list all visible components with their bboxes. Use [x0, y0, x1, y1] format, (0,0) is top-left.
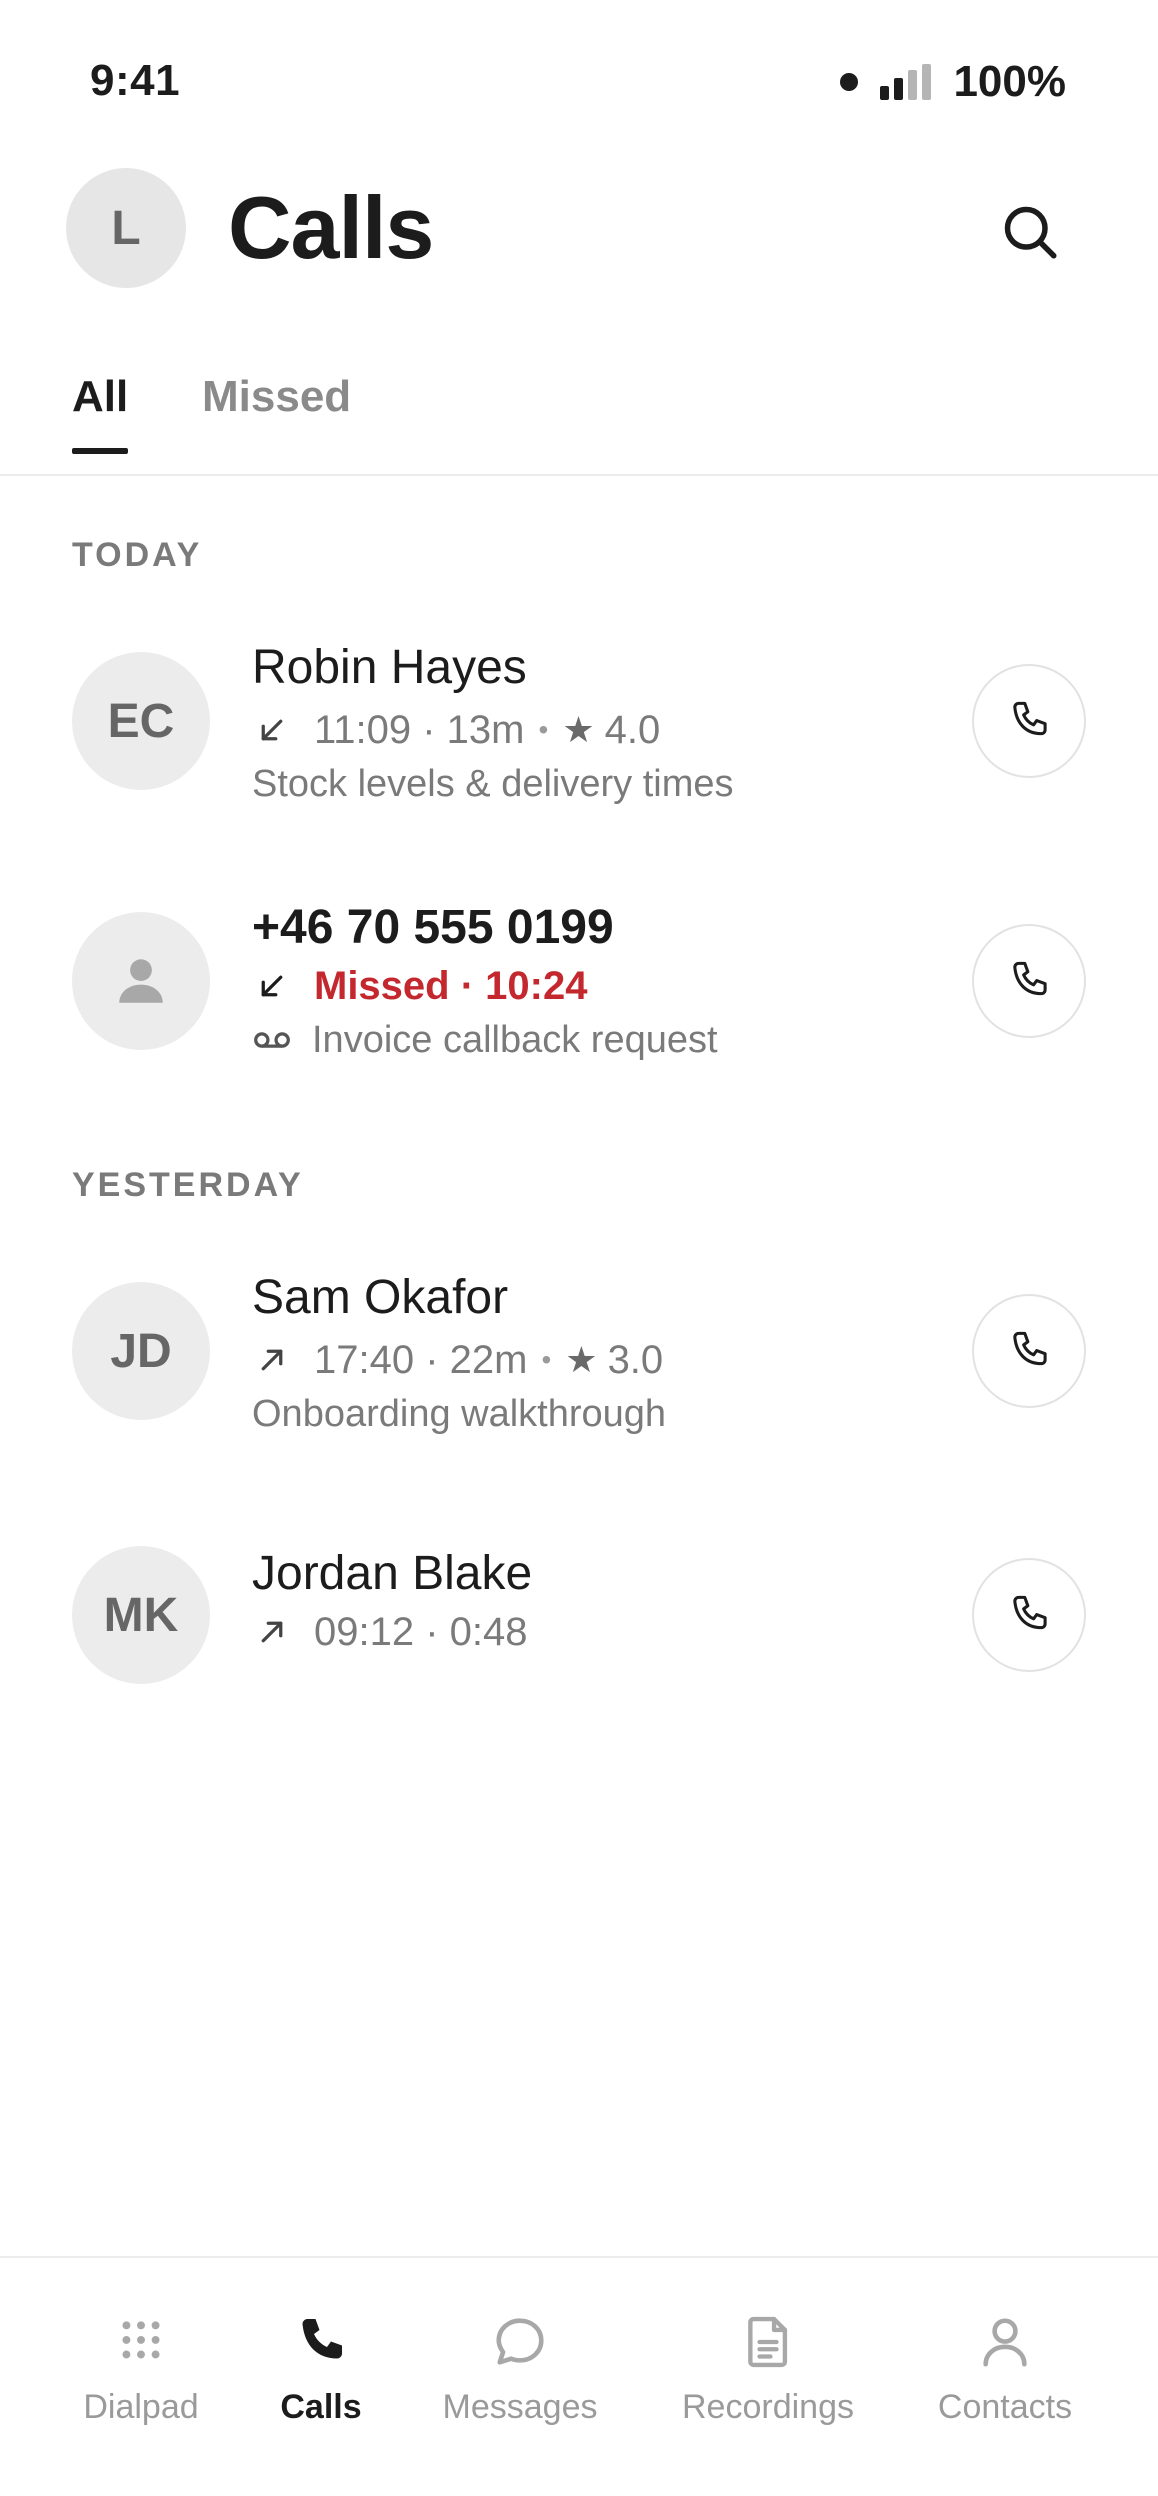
voicemail-icon [252, 1020, 292, 1060]
voicemail-text: Invoice callback request [312, 1018, 718, 1061]
phone-icon [289, 2310, 353, 2374]
call-back-button[interactable] [972, 1294, 1086, 1408]
section-header-yesterday: YESTERDAY [72, 1166, 304, 1204]
nav-contacts[interactable]: Contacts [930, 2258, 1080, 2458]
battery-level: 100% [953, 57, 1066, 106]
nav-label: Calls [280, 2388, 362, 2426]
section-header-today: TODAY [72, 536, 203, 574]
nav-label: Contacts [937, 2388, 1073, 2426]
star-icon: ★ [565, 1339, 598, 1380]
document-icon [736, 2310, 800, 2374]
phone-icon [1013, 961, 1047, 996]
phone-icon [1013, 701, 1047, 736]
separator-dot: • [541, 1344, 552, 1375]
call-row[interactable]: +46 70 555 0199 Missed · 10:24 Invoice c… [0, 900, 1158, 1100]
status-time: 9:41 [90, 56, 181, 105]
call-back-button[interactable] [972, 664, 1086, 778]
contact-avatar [72, 912, 210, 1050]
tab-bar: All Missed [0, 360, 1158, 476]
call-rating: 4.0 [604, 707, 661, 752]
contact-avatar: EC [72, 652, 210, 790]
outgoing-arrow-icon [252, 1612, 292, 1652]
dialpad-icon [109, 2310, 173, 2374]
call-row[interactable]: JD Sam Okafor 17:40 · 22m • ★ 3.0 Onboar… [0, 1270, 1158, 1470]
notification-dot-icon [840, 73, 859, 91]
person-placeholder-icon [119, 959, 163, 1003]
call-meta: 17:40 · 22m • ★ 3.0 [252, 1336, 663, 1384]
call-back-button[interactable] [972, 924, 1086, 1038]
call-note: Stock levels & delivery times [252, 762, 734, 805]
nav-label: Dialpad [83, 2388, 199, 2426]
profile-avatar[interactable]: L [66, 168, 186, 288]
call-meta: 09:12 · 0:48 [252, 1608, 528, 1656]
call-meta: 11:09 · 13m • ★ 4.0 [252, 706, 660, 754]
call-time-duration: 09:12 · 0:48 [314, 1609, 528, 1654]
contact-name: Sam Okafor [252, 1271, 509, 1324]
person-icon [973, 2310, 1037, 2374]
nav-label: Messages [442, 2388, 598, 2426]
contact-name: Robin Hayes [252, 641, 527, 694]
status-bar: 9:41 100% [0, 0, 1158, 160]
star-icon: ★ [562, 709, 595, 750]
call-back-button[interactable] [972, 1558, 1086, 1672]
page-title: Calls [228, 178, 434, 277]
missed-label: Missed · 10:24 [314, 963, 588, 1008]
nav-recordings[interactable]: Recordings [673, 2258, 863, 2458]
call-row[interactable]: EC Robin Hayes 11:09 · 13m • ★ 4.0 Stock… [0, 640, 1158, 840]
nav-messages[interactable]: Messages [435, 2258, 605, 2458]
incoming-arrow-icon [252, 710, 292, 750]
search-button[interactable] [982, 184, 1078, 280]
call-meta: Missed · 10:24 [252, 962, 587, 1010]
phone-icon [1013, 1331, 1047, 1366]
phone-icon [1013, 1595, 1047, 1630]
missed-call-icon [252, 966, 292, 1006]
tab-all[interactable]: All [72, 372, 129, 454]
call-time-duration: 17:40 · 22m [314, 1337, 528, 1382]
call-time-duration: 11:09 · 13m [314, 707, 525, 752]
separator-dot: • [538, 714, 549, 745]
call-rating: 3.0 [607, 1337, 664, 1382]
nav-label: Recordings [682, 2388, 854, 2426]
tab-missed[interactable]: Missed [202, 372, 351, 448]
bottom-nav: Dialpad Calls Messages Recordings Contac… [0, 2256, 1158, 2496]
status-indicators: 100% [840, 56, 1066, 108]
nav-dialpad[interactable]: Dialpad [71, 2258, 211, 2458]
contact-avatar: JD [72, 1282, 210, 1420]
voicemail-note: Invoice callback request [252, 1018, 718, 1062]
nav-calls[interactable]: Calls [261, 2258, 381, 2458]
search-icon [1004, 206, 1057, 259]
contact-number: +46 70 555 0199 [252, 901, 614, 954]
app-header: L Calls [0, 160, 1158, 340]
signal-strength-icon [880, 64, 932, 100]
call-row[interactable]: MK Jordan Blake 09:12 · 0:48 [0, 1546, 1158, 1716]
chat-bubble-icon [488, 2310, 552, 2374]
contact-name: Jordan Blake [252, 1547, 533, 1600]
outgoing-arrow-icon [252, 1340, 292, 1380]
contact-avatar: MK [72, 1546, 210, 1684]
call-note: Onboarding walkthrough [252, 1392, 667, 1435]
